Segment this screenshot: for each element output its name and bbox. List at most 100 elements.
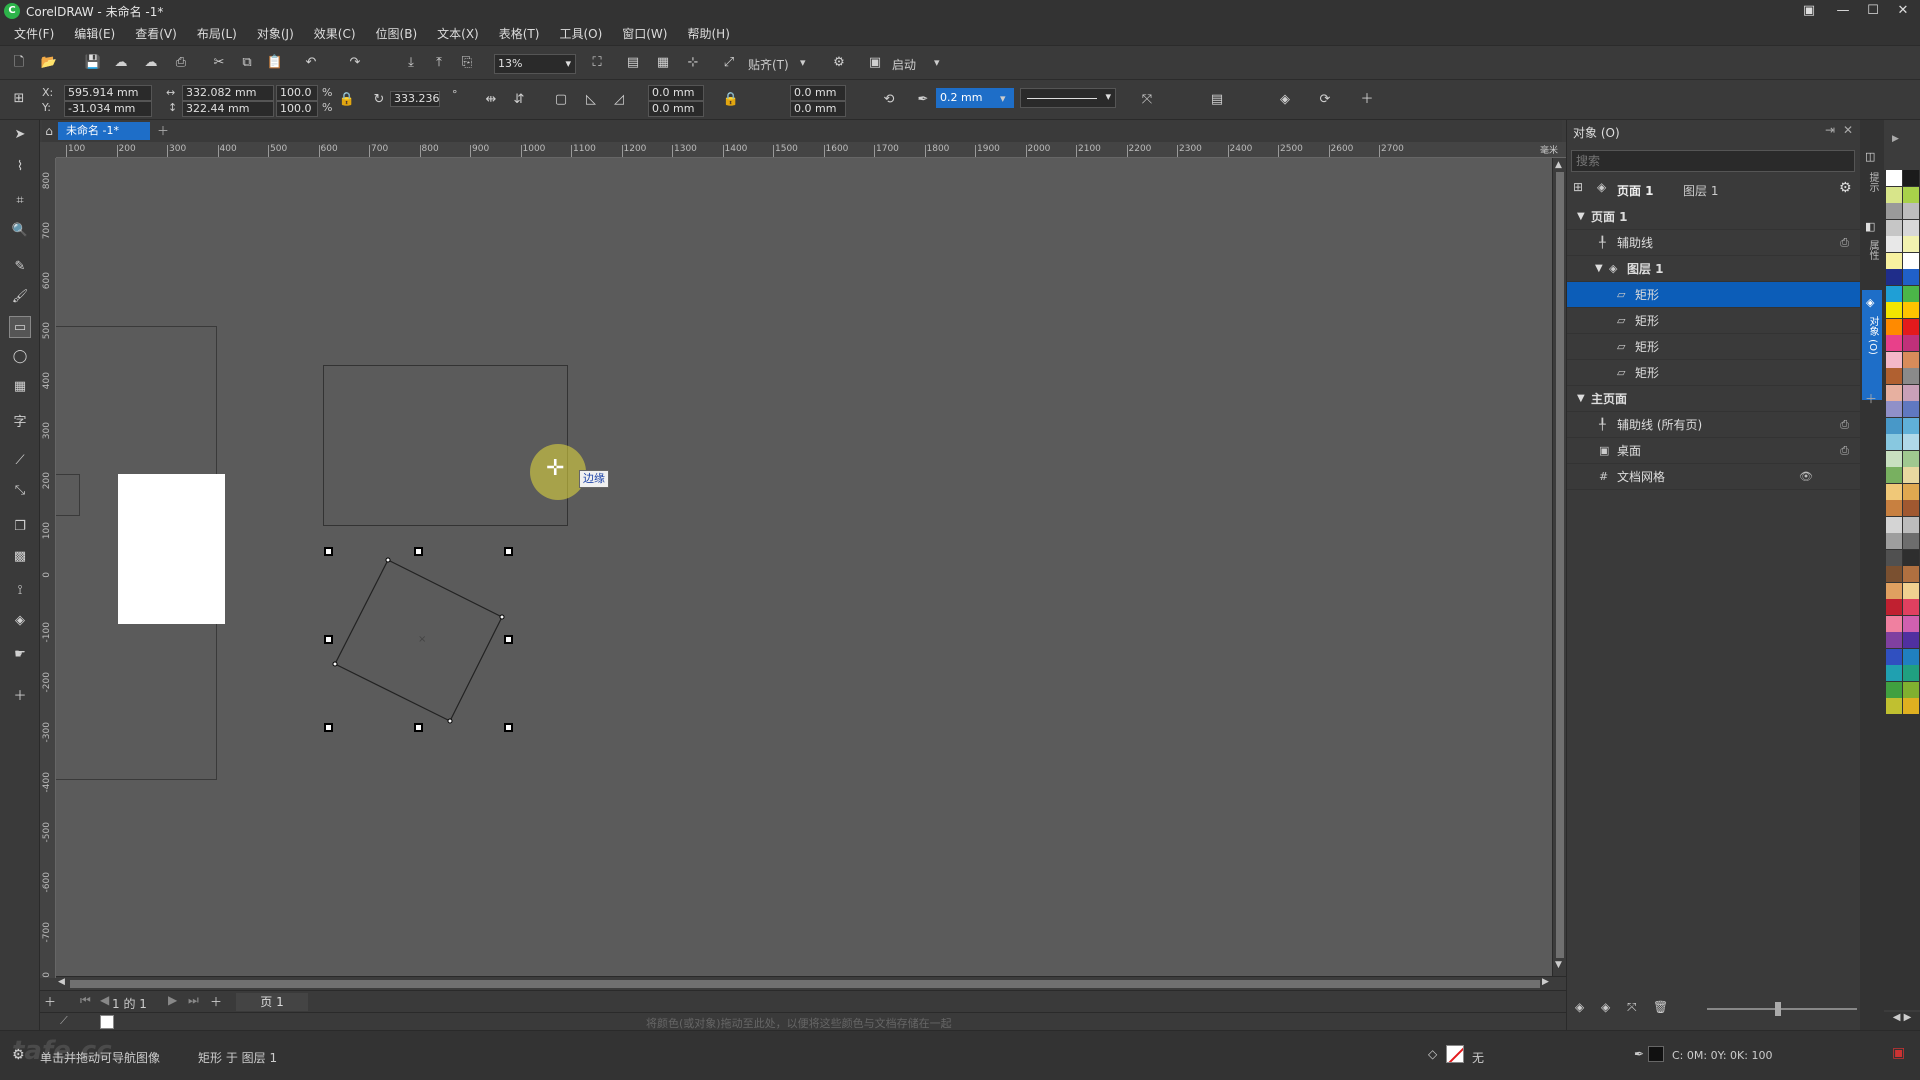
maximize-button[interactable]: ☐ bbox=[1858, 0, 1888, 22]
scroll-up-icon[interactable]: ▲ bbox=[1555, 160, 1562, 170]
color-swatch[interactable] bbox=[1886, 533, 1902, 549]
panel-expand-icon[interactable]: ⇥ bbox=[1825, 123, 1835, 137]
color-proof-icon[interactable]: ▣ bbox=[1892, 1045, 1905, 1061]
horizontal-scrollbar[interactable]: ◀ ▶ bbox=[56, 976, 1566, 990]
no-color-swatch[interactable] bbox=[100, 1015, 114, 1029]
arrange-layers-icon[interactable]: ◈ bbox=[1274, 89, 1296, 111]
color-swatch[interactable] bbox=[1886, 500, 1902, 516]
snap-to-button[interactable]: 贴齐(T) bbox=[748, 56, 789, 73]
color-swatch[interactable] bbox=[1903, 632, 1919, 648]
palette-scroll-right-icon[interactable]: ▶ bbox=[1892, 134, 1899, 144]
document-palette[interactable]: ⟋ 将颜色(或对象)拖动至此处，以便将这些颜色与文档存储在一起 bbox=[40, 1012, 1566, 1030]
height-input[interactable]: 322.44 mm bbox=[182, 101, 274, 117]
search-input[interactable] bbox=[1571, 150, 1855, 172]
tree-row[interactable]: ▱ 矩形 bbox=[1567, 334, 1861, 360]
color-swatch[interactable] bbox=[1903, 351, 1919, 368]
print-toggle-icon[interactable]: ⎙ bbox=[1840, 412, 1849, 438]
crumb-page[interactable]: 页面 1 bbox=[1617, 182, 1654, 199]
selected-rotated-rectangle[interactable]: × bbox=[56, 158, 1552, 976]
last-page-icon[interactable]: ⏭ bbox=[188, 993, 199, 1008]
selection-handle[interactable] bbox=[324, 723, 333, 732]
no-fill-swatch[interactable] bbox=[1446, 1045, 1464, 1063]
save-icon[interactable]: 💾 bbox=[82, 52, 104, 74]
show-grid-icon[interactable]: ▦ bbox=[652, 52, 674, 74]
print-icon[interactable]: ⎙ bbox=[170, 52, 192, 74]
color-swatch[interactable] bbox=[1886, 549, 1902, 566]
menu-item[interactable]: 帮助(H) bbox=[677, 22, 739, 46]
tree-row[interactable]: # 文档网格 👁 bbox=[1567, 464, 1861, 490]
color-swatch[interactable] bbox=[1903, 285, 1919, 302]
menu-item[interactable]: 布局(L) bbox=[187, 22, 247, 46]
expand-arrow-icon[interactable]: ▼ bbox=[1577, 386, 1585, 412]
color-swatch[interactable] bbox=[1903, 450, 1919, 467]
new-layer-icon[interactable]: ◈ bbox=[1575, 1000, 1584, 1014]
undo-icon[interactable]: ↶ bbox=[300, 52, 322, 74]
corner-radius-top-left-input[interactable]: 0.0 mm bbox=[648, 85, 704, 101]
color-swatch[interactable] bbox=[1886, 236, 1902, 252]
color-swatch[interactable] bbox=[1903, 681, 1919, 698]
new-document-icon[interactable]: 🗋 bbox=[8, 52, 30, 74]
artistic-media-icon[interactable]: 🖌 bbox=[9, 286, 31, 308]
scroll-right-icon[interactable]: ▶ bbox=[1542, 977, 1549, 987]
cloud-upload-icon[interactable]: ☁ bbox=[110, 52, 132, 74]
color-swatch[interactable] bbox=[1886, 434, 1902, 450]
relative-corner-scaling-icon[interactable]: ⟲ bbox=[878, 89, 900, 111]
color-swatch[interactable] bbox=[1903, 186, 1919, 203]
width-input[interactable]: 332.082 mm bbox=[182, 85, 274, 101]
launch-icon[interactable]: ▣ bbox=[864, 52, 886, 74]
polygon-tool-icon[interactable]: ▦ bbox=[9, 376, 31, 398]
tab-document[interactable]: 未命名 -1* bbox=[58, 122, 150, 140]
connector-tool-icon[interactable]: ⤡ bbox=[9, 480, 31, 502]
color-swatch[interactable] bbox=[1903, 500, 1919, 516]
color-swatch[interactable] bbox=[1886, 351, 1902, 368]
crop-tool-icon[interactable]: ⌗ bbox=[9, 190, 31, 212]
color-swatch[interactable] bbox=[1886, 467, 1902, 483]
layer-manager-icon[interactable]: ⊞ bbox=[1573, 180, 1583, 194]
color-swatch[interactable] bbox=[1886, 632, 1902, 648]
menu-item[interactable]: 窗口(W) bbox=[612, 22, 677, 46]
color-swatch[interactable] bbox=[1886, 335, 1902, 351]
tree-row[interactable]: ╀ 辅助线 (所有页) ⎙ bbox=[1567, 412, 1861, 438]
selection-handle[interactable] bbox=[414, 723, 423, 732]
color-swatch[interactable] bbox=[1903, 615, 1919, 632]
corner-radius-bottom-right-input[interactable]: 0.0 mm bbox=[790, 101, 846, 117]
object-origin-icon[interactable]: ⊞ bbox=[8, 88, 30, 110]
import-icon[interactable]: ⤓ bbox=[400, 52, 422, 74]
color-swatch[interactable] bbox=[1903, 219, 1919, 236]
refresh-icon[interactable]: ⟳ bbox=[1314, 89, 1336, 111]
menu-item[interactable]: 文本(X) bbox=[427, 22, 489, 46]
interactive-fill-icon[interactable]: ◈ bbox=[9, 610, 31, 632]
paste-icon[interactable]: 📋 bbox=[264, 52, 286, 74]
copy-icon[interactable]: ⧉ bbox=[236, 52, 258, 74]
x-position-input[interactable]: 595.914 mm bbox=[64, 85, 152, 101]
rotation-angle-input[interactable]: 333.236 bbox=[390, 91, 440, 107]
color-swatch[interactable] bbox=[1903, 236, 1919, 252]
color-swatch[interactable] bbox=[1886, 599, 1902, 615]
color-swatch[interactable] bbox=[1903, 170, 1919, 186]
mirror-vertical-icon[interactable]: ⇵ bbox=[508, 89, 530, 111]
ellipse-tool-icon[interactable]: ◯ bbox=[9, 346, 31, 368]
menu-item[interactable]: 表格(T) bbox=[489, 22, 550, 46]
color-swatch[interactable] bbox=[1886, 285, 1902, 302]
tab-properties[interactable]: 属性 bbox=[1865, 240, 1880, 260]
color-swatch[interactable] bbox=[1903, 698, 1919, 714]
color-swatch[interactable] bbox=[1886, 681, 1902, 698]
tree-row[interactable]: ▼ ◈ 图层 1 bbox=[1567, 256, 1861, 282]
color-swatch[interactable] bbox=[1886, 269, 1902, 285]
snap-icon[interactable]: ⤢ bbox=[718, 52, 740, 74]
tree-row[interactable]: ▼ 主页面 bbox=[1567, 386, 1861, 412]
text-tool-icon[interactable]: 字 bbox=[9, 412, 31, 434]
color-swatch[interactable] bbox=[1903, 599, 1919, 615]
scroll-left-icon[interactable]: ◀ bbox=[58, 977, 65, 987]
color-swatch[interactable] bbox=[1886, 384, 1902, 401]
add-tool-icon[interactable]: ＋ bbox=[9, 686, 31, 708]
pick-tool-icon[interactable]: ➤ bbox=[9, 124, 31, 146]
color-swatch[interactable] bbox=[1886, 516, 1902, 533]
menu-item[interactable]: 查看(V) bbox=[125, 22, 187, 46]
scale-height-input[interactable]: 100.0 bbox=[276, 101, 318, 117]
restore-panel-icon[interactable]: ▣ bbox=[1794, 0, 1824, 22]
ruler-origin-icon[interactable] bbox=[40, 142, 56, 158]
horizontal-scroll-thumb[interactable] bbox=[70, 980, 1540, 988]
freehand-tool-icon[interactable]: ✎ bbox=[9, 256, 31, 278]
scale-width-input[interactable]: 100.0 bbox=[276, 85, 318, 101]
